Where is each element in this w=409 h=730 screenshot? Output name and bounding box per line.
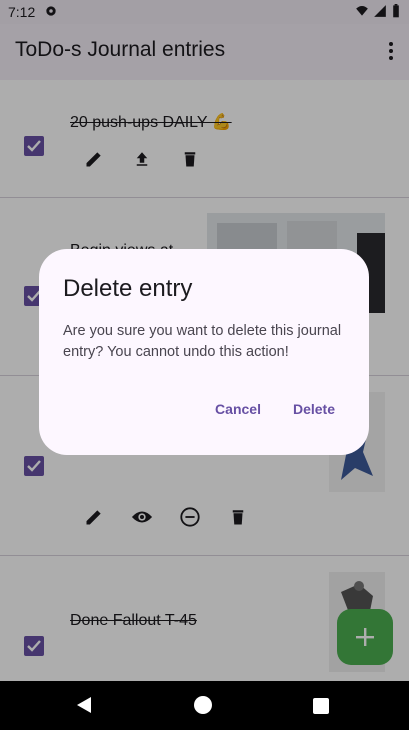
delete-button[interactable]: Delete (281, 397, 347, 421)
system-nav-bar (0, 681, 409, 730)
recents-icon[interactable] (313, 698, 329, 714)
delete-dialog: Delete entry Are you sure you want to de… (39, 249, 369, 455)
home-icon[interactable] (194, 696, 212, 714)
dialog-title: Delete entry (63, 275, 193, 302)
cancel-button[interactable]: Cancel (203, 397, 273, 421)
dialog-actions: Cancel Delete (203, 397, 347, 421)
dialog-message: Are you sure you want to delete this jou… (63, 323, 342, 360)
back-icon[interactable] (75, 695, 93, 720)
